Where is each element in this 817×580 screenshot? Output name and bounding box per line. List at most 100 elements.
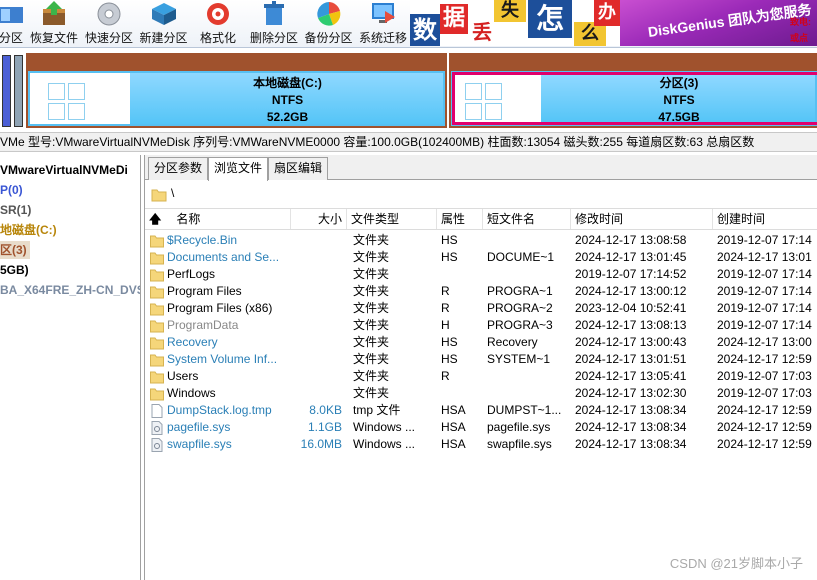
file-row[interactable]: pagefile.sys 1.1GB Windows ... HSA pagefile.…	[145, 419, 817, 436]
file-attributes: HS	[441, 352, 458, 366]
esp-partition-bar[interactable]	[2, 55, 11, 127]
new-partition-button[interactable]: 新建分区	[137, 0, 190, 47]
column-header-modified[interactable]: 修改时间	[571, 209, 713, 229]
format-icon	[204, 1, 232, 27]
tree-item-partition-3[interactable]: 区(3)	[0, 241, 30, 259]
path-bar: \	[145, 182, 817, 208]
quick-partition-icon	[95, 1, 123, 27]
partition-c-name: 本地磁盘(C:)	[253, 76, 322, 90]
partition-3-name: 分区(3)	[659, 76, 699, 90]
file-modified-time: 2024-12-17 13:08:34	[575, 420, 687, 434]
folder-icon	[151, 187, 167, 205]
column-header-short-name[interactable]: 短文件名	[483, 209, 571, 229]
file-type: 文件夹	[353, 369, 390, 383]
file-short-name: Recovery	[487, 335, 538, 349]
file-type: 文件夹	[353, 352, 390, 366]
recover-files-button[interactable]: 恢复文件	[27, 0, 81, 47]
column-header-name[interactable]: 🡅 名称	[145, 209, 291, 229]
file-size: 8.0KB	[309, 403, 342, 417]
file-row[interactable]: System Volume Inf... 文件夹 HS SYSTEM~1 2024-12…	[145, 351, 817, 368]
column-header-attr[interactable]: 属性	[437, 209, 483, 229]
file-name: Windows	[167, 386, 216, 400]
tab-partition-params[interactable]: 分区参数	[148, 157, 209, 180]
file-type: 文件夹	[353, 335, 390, 349]
file-modified-time: 2024-12-17 13:02:30	[575, 386, 687, 400]
disk-tree-panel: VMwareVirtualNVMeDi P(0) SR(1) 地磁盘(C:) 区…	[0, 155, 141, 580]
file-name: $Recycle.Bin	[167, 233, 238, 247]
file-created-time: 2024-12-17 12:59	[717, 420, 812, 434]
up-arrow-icon[interactable]: 🡅	[149, 209, 163, 229]
file-created-time: 2024-12-17 13:01	[717, 250, 812, 264]
tab-sector-edit[interactable]: 扇区编辑	[268, 157, 329, 180]
file-short-name: swapfile.sys	[487, 437, 552, 451]
tree-item-disk[interactable]: VMwareVirtualNVMeDi	[0, 161, 128, 179]
file-attributes: R	[441, 284, 450, 298]
file-name: System Volume Inf...	[167, 352, 278, 366]
tab-browse-files[interactable]: 浏览文件	[208, 157, 269, 181]
system-migration-icon	[369, 1, 397, 27]
tree-item-c-drive[interactable]: 地磁盘(C:)	[0, 221, 57, 239]
msr-partition-bar[interactable]	[14, 55, 23, 127]
folder-icon	[150, 234, 164, 248]
partition-c-block[interactable]: 本地磁盘(C:) NTFS 52.2GB	[26, 53, 447, 128]
banner-char-2: 据	[440, 4, 468, 34]
file-attributes: HS	[441, 233, 458, 247]
system-migration-button[interactable]: 系统迁移	[356, 0, 410, 47]
banner-char-3: 丢	[468, 18, 496, 46]
folder-icon	[150, 285, 164, 299]
backup-partition-button[interactable]: 备份分区	[302, 0, 355, 47]
partition-button[interactable]: 分区	[0, 0, 26, 47]
file-created-time: 2019-12-07 17:14	[717, 267, 812, 281]
file-created-time: 2019-12-07 17:14	[717, 284, 812, 298]
file-type: 文件夹	[353, 233, 390, 247]
file-attributes: R	[441, 301, 450, 315]
file-modified-time: 2024-12-17 13:00:12	[575, 284, 687, 298]
advertisement-banner[interactable]: 数 据 丢 失 怎 么 办 DiskGenius 团队为您服务 致电: 或点	[410, 0, 817, 46]
file-short-name: PROGRA~1	[487, 284, 553, 298]
file-short-name: DOCUME~1	[487, 250, 555, 264]
toolbar: 分区 恢复文件 快速分区 新建分区 格式化 删除分区 备份分区 系统迁移 数 据…	[0, 0, 817, 48]
format-button[interactable]: 格式化	[192, 0, 244, 47]
windows-logo-icon	[48, 83, 86, 121]
tree-item-disk-2[interactable]: 5GB)	[0, 261, 29, 279]
file-row[interactable]: $Recycle.Bin 文件夹 HS 2024-12-17 13:08:58 2019…	[145, 232, 817, 249]
banner-char-4: 失	[494, 0, 526, 22]
file-row[interactable]: Users 文件夹 R 2024-12-17 13:05:41 2019-12-07 1…	[145, 368, 817, 385]
file-created-time: 2024-12-17 12:59	[717, 437, 812, 451]
tree-item-esp[interactable]: P(0)	[0, 181, 23, 199]
delete-partition-button[interactable]: 删除分区	[247, 0, 301, 47]
file-short-name: pagefile.sys	[487, 420, 551, 434]
file-row[interactable]: Program Files (x86) 文件夹 R PROGRA~2 2023-12-0…	[145, 300, 817, 317]
file-modified-time: 2024-12-17 13:08:58	[575, 233, 687, 247]
column-header-size[interactable]: 大小	[291, 209, 347, 229]
partition-3-fs: NTFS	[663, 93, 695, 107]
disk-partition-map: 本地磁盘(C:) NTFS 52.2GB 分区(3) NTFS 47.5GB	[0, 51, 817, 130]
file-type: Windows ...	[353, 437, 416, 451]
file-row[interactable]: PerfLogs 文件夹 2019-12-07 17:14:52 2019-12-07…	[145, 266, 817, 283]
tree-item-msr[interactable]: SR(1)	[0, 201, 31, 219]
file-row[interactable]: Windows 文件夹 2024-12-17 13:02:30 2019-12-07 …	[145, 385, 817, 402]
watermark: CSDN @21岁脚本小子	[669, 556, 803, 571]
file-row[interactable]: DumpStack.log.tmp 8.0KB tmp 文件 HSA DUMPST~1.…	[145, 402, 817, 419]
file-name: Program Files	[167, 284, 242, 298]
banner-char-7: 办	[594, 0, 620, 26]
file-row[interactable]: swapfile.sys 16.0MB Windows ... HSA swapfile…	[145, 436, 817, 453]
tree-item-dvd[interactable]: BA_X64FRE_ZH-CN_DVS	[0, 281, 140, 299]
folder-icon	[150, 251, 164, 265]
file-row[interactable]: ProgramData 文件夹 H PROGRA~3 2024-12-17 13:08:…	[145, 317, 817, 334]
file-row[interactable]: Recovery 文件夹 HS Recovery 2024-12-17 13:00:43…	[145, 334, 817, 351]
partition-c-size: 52.2GB	[266, 110, 309, 124]
file-modified-time: 2024-12-17 13:00:43	[575, 335, 687, 349]
quick-partition-button[interactable]: 快速分区	[83, 0, 135, 47]
file-name: Program Files (x86)	[167, 301, 273, 315]
sys-file-icon	[150, 421, 164, 435]
file-name: pagefile.sys	[167, 420, 231, 434]
column-header-created[interactable]: 创建时间	[713, 209, 817, 229]
partition-3-block[interactable]: 分区(3) NTFS 47.5GB	[449, 53, 817, 128]
file-icon	[150, 404, 164, 418]
file-row[interactable]: Program Files 文件夹 R PROGRA~1 2024-12-17 13:0…	[145, 283, 817, 300]
file-row[interactable]: Documents and Se... 文件夹 HS DOCUME~1 2024-12-…	[145, 249, 817, 266]
file-name: swapfile.sys	[167, 437, 232, 451]
file-name: ProgramData	[167, 318, 239, 332]
column-header-type[interactable]: 文件类型	[347, 209, 437, 229]
